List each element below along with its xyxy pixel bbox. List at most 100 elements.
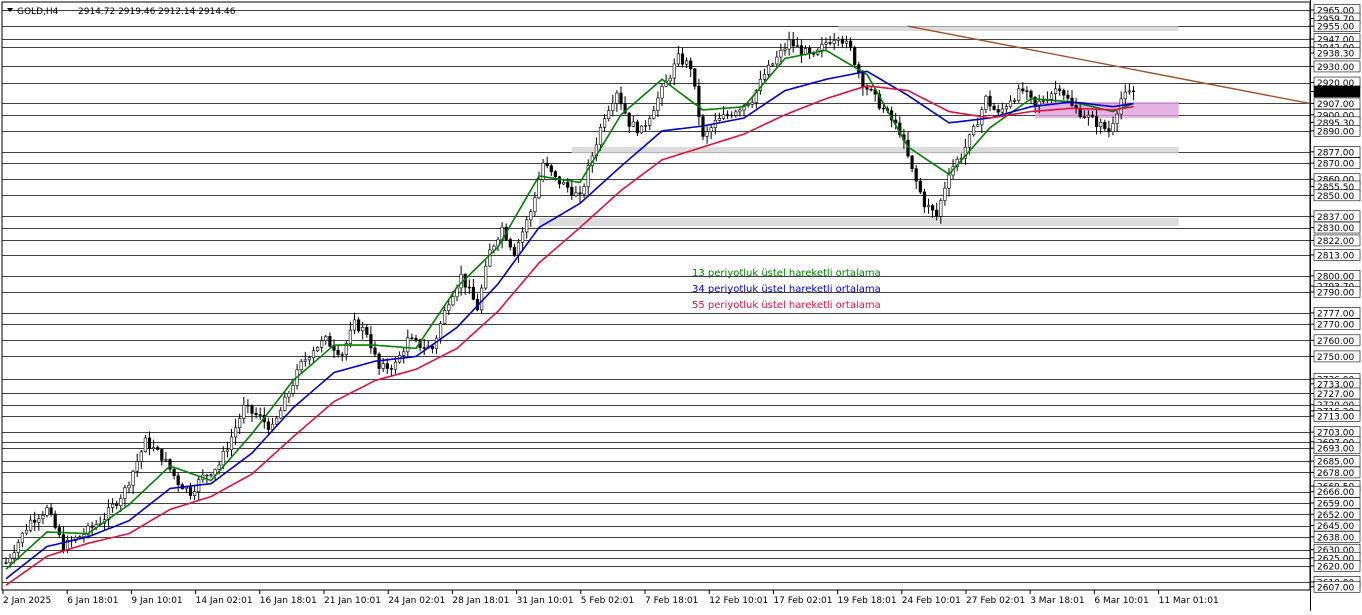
time-tick-label: 2 Jan 2025 — [3, 596, 51, 606]
candle-body — [795, 45, 799, 47]
candle-body — [184, 487, 189, 490]
chart-background — [0, 0, 1362, 611]
price-chart[interactable]: 13 periyotluk üstel hareketli ortalama 34… — [0, 0, 1362, 611]
candle-body — [315, 347, 320, 352]
candle-body — [775, 56, 779, 65]
candle-body — [1049, 93, 1054, 100]
candle-body — [709, 127, 713, 132]
candle-body — [352, 319, 357, 331]
candle-body — [574, 192, 578, 196]
candle-body — [238, 418, 242, 428]
candle-body — [582, 186, 586, 195]
candle-body — [935, 209, 939, 217]
candle-body — [402, 351, 406, 356]
candle-body — [615, 92, 619, 104]
time-tick-label: 17 Feb 02:01 — [773, 596, 832, 606]
candle-body — [279, 410, 283, 419]
candle-body — [529, 211, 533, 221]
price-tick-label: 2955.00 — [1317, 23, 1354, 33]
legend-entry-0: 13 periyotluk üstel hareketli ortalama — [692, 268, 881, 279]
candle-body — [828, 42, 832, 44]
candle-body — [1029, 90, 1033, 98]
candle-body — [836, 38, 840, 41]
price-tick-label: 2813.00 — [1317, 251, 1354, 261]
candle-body — [791, 39, 795, 47]
time-tick-label: 27 Feb 02:01 — [966, 596, 1025, 606]
candle-body — [672, 63, 676, 79]
price-tick-20: 2822.00 — [1310, 234, 1361, 247]
candle-body — [156, 447, 160, 450]
candle-body — [545, 162, 549, 167]
candle-body — [356, 319, 361, 332]
candle-body — [311, 350, 316, 359]
price-tick-label: 2850.00 — [1317, 192, 1354, 202]
candle-body — [930, 205, 935, 211]
price-tick-37: 2693.00 — [1310, 442, 1361, 455]
candle-body — [652, 110, 656, 119]
candle-body — [229, 436, 234, 451]
candle-body — [348, 329, 353, 344]
candle-body — [705, 131, 709, 137]
candle-body — [992, 105, 996, 110]
candle-body — [12, 552, 16, 559]
candle-body — [291, 385, 295, 394]
candle-body — [8, 557, 12, 564]
time-tick-label: 28 Jan 18:01 — [452, 596, 509, 606]
price-tick-43: 2652.00 — [1310, 508, 1361, 521]
price-tick-13: 2877.00 — [1310, 146, 1361, 158]
candle-body — [258, 414, 262, 416]
candle-body — [1025, 90, 1029, 92]
price-tick-label: 2645.00 — [1317, 522, 1354, 532]
candle-body — [939, 200, 943, 217]
candle-body — [283, 396, 287, 411]
candle-body — [910, 155, 914, 169]
candle-body — [320, 340, 324, 348]
candle-body — [336, 350, 340, 355]
candle-body — [447, 304, 451, 311]
candle-body — [570, 186, 574, 196]
candle-body — [234, 427, 238, 438]
candle-body — [533, 197, 537, 213]
candle-body — [1021, 88, 1025, 92]
candle-body — [123, 487, 127, 499]
candle-body — [328, 336, 332, 347]
price-tick-label: 2790.00 — [1317, 288, 1354, 298]
candle-body — [730, 114, 734, 117]
candle-body — [1086, 114, 1090, 118]
candle-body — [410, 337, 414, 339]
price-tick-9: 2907.00 — [1310, 97, 1361, 110]
time-tick-label: 6 Jan 18:01 — [67, 596, 118, 606]
candle-body — [525, 219, 529, 233]
candle-body — [385, 363, 389, 369]
candle-body — [246, 404, 250, 407]
candle-170 — [701, 114, 705, 141]
candle-body — [918, 180, 922, 193]
candle-body — [225, 449, 230, 452]
candle-207 — [853, 46, 857, 67]
price-tick-41: 2666.00 — [1310, 485, 1361, 498]
candle-body — [607, 110, 611, 120]
candle-body — [4, 562, 8, 564]
price-tick-label: 2713.00 — [1317, 413, 1354, 423]
candle-body — [697, 85, 701, 117]
candle-body — [49, 507, 53, 515]
candle-body — [406, 337, 410, 353]
candle-body — [1099, 122, 1103, 127]
candle-body — [82, 534, 86, 537]
candle-body — [807, 48, 812, 54]
candle-body — [459, 273, 463, 289]
time-tick-label: 7 Feb 18:01 — [645, 596, 698, 606]
price-tick-label: 2890.00 — [1317, 127, 1354, 137]
price-tick-label: 2638.00 — [1317, 533, 1354, 543]
price-axis[interactable]: 2965.002959.702955.002947.002942.002938.… — [1310, 0, 1362, 611]
chart-container[interactable]: 13 periyotluk üstel hareketli ortalama 34… — [0, 0, 1362, 611]
candle-body — [152, 447, 156, 450]
price-tick-label: 2678.00 — [1317, 469, 1354, 479]
price-tick-14: 2870.00 — [1310, 157, 1361, 170]
candle-body — [274, 417, 279, 425]
price-tick-label: 2666.00 — [1317, 488, 1354, 498]
price-tick-label: 2877.00 — [1317, 148, 1354, 158]
candle-body — [557, 176, 562, 185]
candle-body — [1054, 88, 1058, 94]
candle-body — [676, 53, 680, 65]
